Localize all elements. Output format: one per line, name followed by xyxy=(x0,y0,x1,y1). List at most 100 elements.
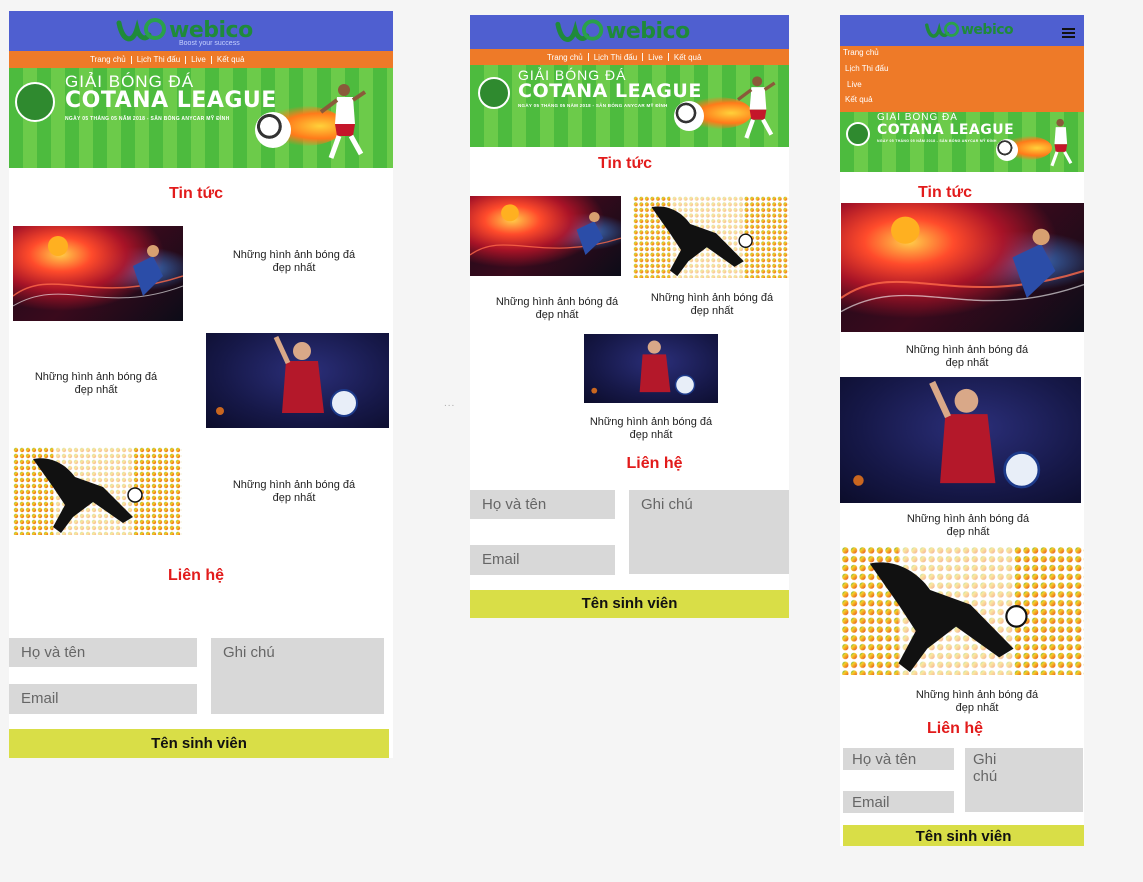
submit-button[interactable]: Tên sinh viên xyxy=(470,590,789,618)
nav-item-home[interactable]: Trang chủ xyxy=(542,53,588,62)
note-field[interactable]: Ghi chú xyxy=(211,638,384,714)
submit-button-label: Tên sinh viên xyxy=(151,735,247,752)
frame-separator: ... xyxy=(444,398,456,409)
news-image-1[interactable] xyxy=(841,203,1084,332)
league-banner: GIẢI BÓNG ĐÁ COTANA LEAGUE NGÀY 05 THÁNG… xyxy=(840,112,1084,172)
nav-item-live[interactable]: Live xyxy=(847,80,862,89)
submit-button[interactable]: Tên sinh viên xyxy=(9,729,389,758)
nav-item-live[interactable]: Live xyxy=(186,55,211,64)
brand-tagline: Boost your success xyxy=(179,40,240,47)
news-title: Tin tức xyxy=(918,184,972,201)
email-field[interactable]: Email xyxy=(470,545,615,575)
nav-item-home[interactable]: Trang chủ xyxy=(843,48,879,57)
banner-line2: COTANA LEAGUE xyxy=(877,122,1015,138)
nav-item-schedule[interactable]: Lịch Thi đấu xyxy=(845,64,888,73)
news-image-2[interactable] xyxy=(584,334,718,403)
league-banner: GIẢI BÓNG ĐÁ COTANA LEAGUE NGÀY 05 THÁNG… xyxy=(470,65,789,147)
nav-item-schedule[interactable]: Lịch Thi đấu xyxy=(132,55,185,64)
banner-line2: COTANA LEAGUE xyxy=(65,88,277,113)
brand-name: webico xyxy=(606,18,690,44)
news-image-2[interactable] xyxy=(206,333,389,428)
nav-item-results[interactable]: Kết quả xyxy=(212,55,250,64)
news-caption-3: Những hình ảnh bóng đá đẹp nhất xyxy=(650,292,774,317)
brand-logo[interactable]: webico xyxy=(554,18,690,44)
news-image-1[interactable] xyxy=(13,226,183,321)
silhouette-kicker-illustration xyxy=(841,546,1084,675)
name-field[interactable]: Họ và tên xyxy=(9,638,197,667)
kicker-illustration xyxy=(841,216,1084,313)
football-icon xyxy=(674,101,704,131)
nav-divider xyxy=(210,55,212,64)
kicker-illustration xyxy=(470,204,621,256)
news-caption-2: Những hình ảnh bóng đá đẹp nhất xyxy=(589,416,713,441)
nav-item-live[interactable]: Live xyxy=(643,53,668,62)
nav-item-home[interactable]: Trang chủ xyxy=(85,55,131,64)
news-image-3[interactable] xyxy=(633,196,789,278)
nav-item-schedule[interactable]: Lịch Thi đấu xyxy=(589,53,642,62)
site-header: webico Boost your success xyxy=(9,11,393,51)
contact-title: Liên hệ xyxy=(926,720,983,737)
menu-hamburger-icon[interactable] xyxy=(1062,28,1075,38)
name-field[interactable]: Họ và tên xyxy=(843,748,954,770)
email-field[interactable]: Email xyxy=(843,791,954,813)
submit-button[interactable]: Tên sinh viên xyxy=(843,825,1084,846)
news-caption-2: Những hình ảnh bóng đá đẹp nhất xyxy=(906,513,1030,538)
league-badge xyxy=(478,77,510,109)
nav-item-results[interactable]: Kết quả xyxy=(845,95,873,104)
note-field[interactable]: Ghi chú xyxy=(965,748,1083,812)
news-caption-3: Những hình ảnh bóng đá đẹp nhất xyxy=(915,689,1039,714)
nav-divider xyxy=(667,53,669,61)
player-figure xyxy=(319,84,367,159)
news-title: Tin tức xyxy=(598,155,652,172)
nav-divider xyxy=(587,53,589,61)
girl-with-ball-illustration xyxy=(591,340,696,396)
silhouette-kicker-illustration xyxy=(633,196,789,278)
league-badge xyxy=(15,82,55,122)
webico-logo-icon xyxy=(116,18,166,42)
player-figure xyxy=(737,76,776,139)
news-caption-3: Những hình ảnh bóng đá đẹp nhất xyxy=(232,479,356,504)
news-image-3[interactable] xyxy=(841,546,1084,675)
league-banner: GIẢI BÓNG ĐÁ COTANA LEAGUE NGÀY 05 THÁNG… xyxy=(9,68,393,168)
banner-line3: NGÀY 05 THÁNG 05 NĂM 2018 - SÂN BÓNG ANY… xyxy=(518,103,668,108)
player-figure xyxy=(1050,118,1073,167)
name-field[interactable]: Họ và tên xyxy=(470,490,615,519)
news-image-2[interactable] xyxy=(840,377,1081,503)
brand-logo[interactable]: webico xyxy=(924,20,1014,40)
submit-button-label: Tên sinh viên xyxy=(915,828,1012,845)
site-header: webico xyxy=(470,15,789,49)
girl-with-ball-illustration xyxy=(853,380,1041,489)
webico-logo-icon xyxy=(925,21,960,38)
news-caption-1: Những hình ảnh bóng đá đẹp nhất xyxy=(495,296,619,321)
nav-divider xyxy=(642,53,644,61)
banner-line3: NGÀY 05 THÁNG 05 NĂM 2018 - SÂN BÓNG ANY… xyxy=(65,116,230,122)
football-icon xyxy=(996,139,1018,161)
news-caption-1: Những hình ảnh bóng đá đẹp nhất xyxy=(232,249,356,274)
main-nav: Trang chủ Lịch Thi đấu Live Kết quả xyxy=(9,51,393,68)
kicker-illustration xyxy=(13,236,183,307)
news-image-3[interactable] xyxy=(13,447,182,535)
banner-line3: NGÀY 05 THÁNG 05 NĂM 2018 - SÂN BÓNG ANY… xyxy=(877,139,997,143)
news-image-1[interactable] xyxy=(470,196,621,276)
news-caption-2: Những hình ảnh bóng đá đẹp nhất xyxy=(34,371,158,396)
brand-name: webico xyxy=(169,17,253,43)
email-field[interactable]: Email xyxy=(9,684,197,714)
main-nav: Trang chủ Lịch Thi đấu Live Kết quả xyxy=(840,46,1084,112)
banner-line2: COTANA LEAGUE xyxy=(518,80,702,102)
contact-title: Liên hệ xyxy=(167,567,224,584)
site-header: webico xyxy=(840,15,1084,46)
note-field[interactable]: Ghi chú xyxy=(629,490,789,574)
desktop-frame: webico Boost your success Trang chủ Lịch… xyxy=(9,11,393,758)
webico-logo-icon xyxy=(555,19,604,42)
submit-button-label: Tên sinh viên xyxy=(581,595,678,612)
nav-item-results[interactable]: Kết quả xyxy=(669,53,707,62)
news-caption-1: Những hình ảnh bóng đá đẹp nhất xyxy=(905,344,1029,369)
nav-divider xyxy=(185,55,187,64)
main-nav: Trang chủ Lịch Thi đấu Live Kết quả xyxy=(470,49,789,65)
brand-name: webico xyxy=(961,22,1014,38)
nav-divider xyxy=(130,55,132,64)
football-icon xyxy=(255,112,291,148)
news-title: Tin tức xyxy=(169,185,223,202)
silhouette-kicker-illustration xyxy=(13,447,182,535)
league-badge xyxy=(846,122,870,146)
